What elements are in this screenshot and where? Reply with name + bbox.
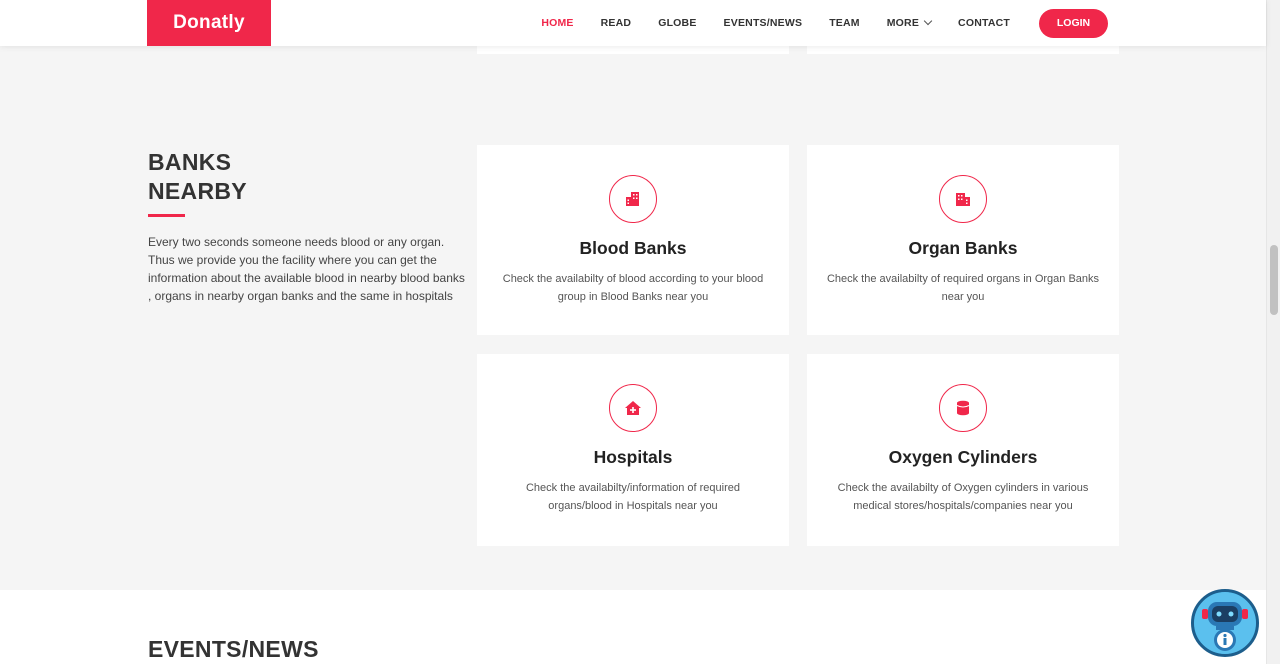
chevron-down-icon [923,16,933,26]
card-title: Organ Banks [908,238,1018,258]
card-description: Check the availabilty of blood according… [502,273,764,303]
card-organ-banks[interactable]: Organ Banks Check the availabilty of req… [807,145,1119,335]
card-title: Hospitals [593,447,673,467]
previous-card-bottom [477,46,789,54]
hospital-icon [609,384,657,432]
scrollbar-thumb[interactable] [1270,245,1278,315]
nav-team[interactable]: TEAM [829,17,860,29]
section-description: Every two seconds someone needs blood or… [148,235,465,303]
section-title-line: NEARBY [148,178,247,204]
card-description: Check the availabilty of required organs… [826,273,1100,303]
nav-more[interactable]: MORE [886,16,933,29]
chatbot-button[interactable] [1191,589,1259,657]
card-description: Check the availabilty/information of req… [525,482,740,512]
blood-bank-icon [609,175,657,223]
main-nav: HOME READ GLOBE EVENTS/NEWS TEAM MORE CO… [514,0,1108,46]
section-title-line: BANKS [148,149,232,175]
page-scrollbar[interactable] [1266,0,1280,664]
nav-globe[interactable]: GLOBE [658,17,696,29]
events-news-title: EVENTS/NEWS [148,636,319,662]
nav-contact[interactable]: CONTACT [958,17,1010,29]
logo[interactable]: Donatly [147,0,271,46]
card-title: Blood Banks [579,238,687,258]
card-title: Oxygen Cylinders [888,447,1038,467]
card-hospitals[interactable]: Hospitals Check the availabilty/informat… [477,354,789,546]
site-header: Donatly HOME READ GLOBE EVENTS/NEWS TEAM… [0,0,1266,46]
section-title: BANKS NEARBY [148,148,247,206]
nav-more-label: MORE [886,17,920,29]
nav-home[interactable]: HOME [541,17,573,29]
nav-events-news[interactable]: EVENTS/NEWS [724,17,803,29]
organ-bank-icon [939,175,987,223]
card-oxygen-cylinders[interactable]: Oxygen Cylinders Check the availabilty o… [807,354,1119,546]
robot-icon [1194,592,1256,654]
previous-card-bottom [807,46,1119,54]
oxygen-cylinder-icon [939,384,987,432]
nav-read[interactable]: READ [601,17,632,29]
title-underline [148,214,185,217]
card-blood-banks[interactable]: Blood Banks Check the availabilty of blo… [477,145,789,335]
card-description: Check the availabilty of Oxygen cylinder… [837,482,1089,512]
login-button[interactable]: LOGIN [1039,8,1108,38]
